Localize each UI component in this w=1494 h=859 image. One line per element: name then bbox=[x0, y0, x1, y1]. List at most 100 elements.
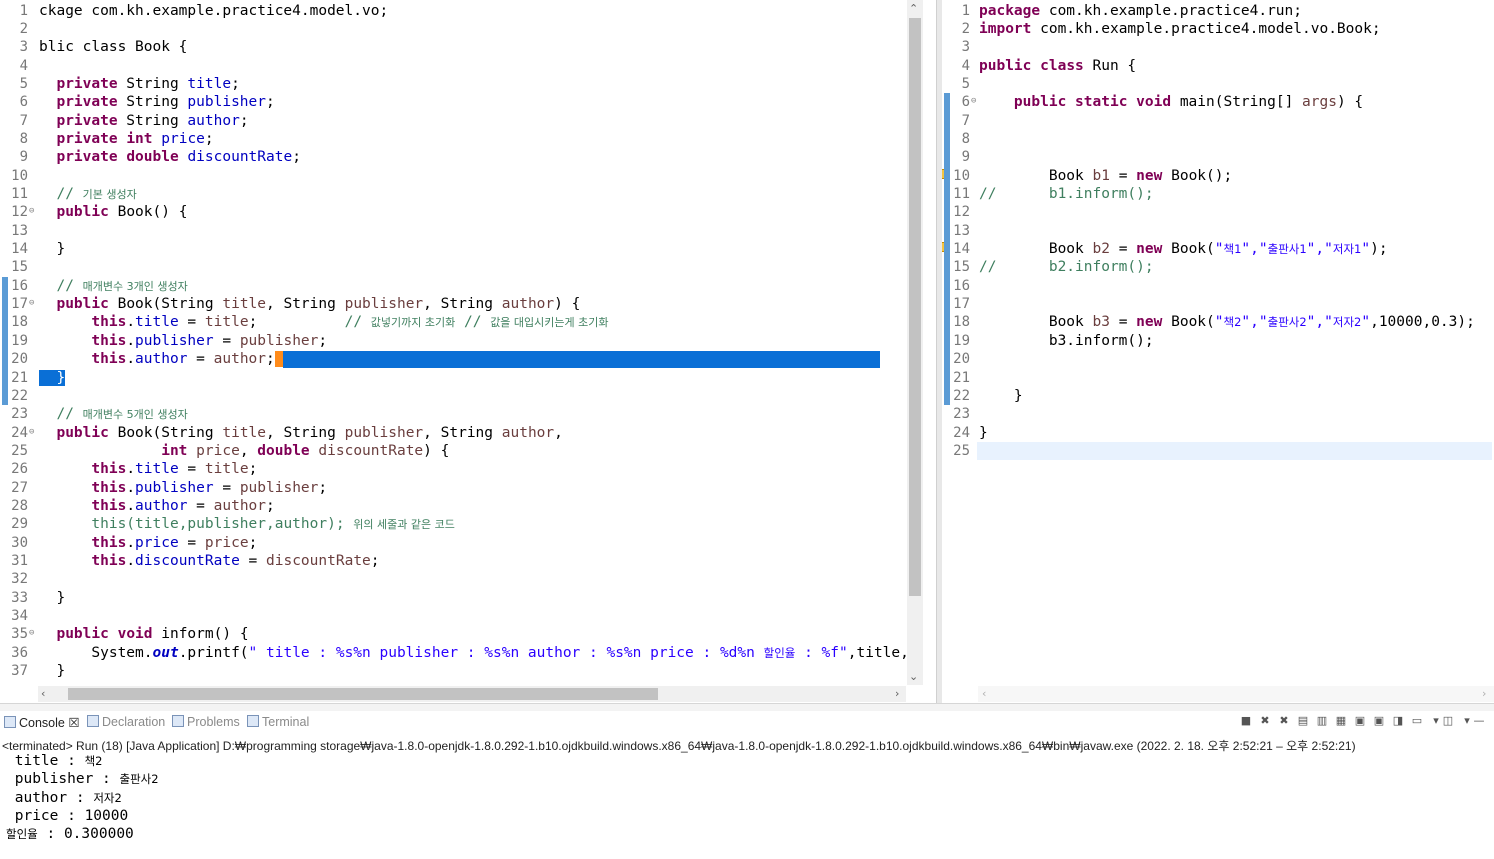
code-line[interactable]: 5 bbox=[942, 75, 1494, 93]
code-line[interactable]: 33 } bbox=[0, 589, 908, 607]
run-java-editor[interactable]: 1 package com.kh.example.practice4.run; 2 i… bbox=[942, 0, 1494, 703]
code-line[interactable]: 4 public class Run { bbox=[942, 57, 1494, 75]
code-line[interactable]: 17 ⊖ public Book(String title, String pub… bbox=[0, 295, 908, 313]
stop-icon[interactable]: ■ bbox=[1240, 715, 1252, 727]
code-line[interactable]: 9 bbox=[942, 148, 1494, 166]
vertical-scrollbar-thumb[interactable] bbox=[909, 18, 921, 596]
code-line[interactable]: 6 private String publisher; bbox=[0, 93, 908, 111]
code-line[interactable]: 22 bbox=[0, 387, 908, 405]
code-line[interactable]: 7 bbox=[942, 112, 1494, 130]
code-line[interactable]: 37 } bbox=[0, 662, 908, 680]
code-line[interactable]: 8 bbox=[942, 130, 1494, 148]
code-line[interactable]: 24} bbox=[942, 424, 1494, 442]
book-java-editor[interactable]: 1 ckage com.kh.example.practice4.model.vo… bbox=[0, 0, 936, 703]
code-line[interactable]: 8 private int price; bbox=[0, 130, 908, 148]
tab-terminal[interactable]: Terminal bbox=[247, 715, 309, 729]
scroll-right-icon[interactable]: › bbox=[1482, 687, 1486, 700]
code-line[interactable]: 35 ⊖ public void inform() { bbox=[0, 625, 908, 643]
code-line[interactable]: 21 } bbox=[0, 369, 908, 387]
code-line[interactable]: 21 bbox=[942, 369, 1494, 387]
code-text: public void inform() { bbox=[39, 625, 248, 643]
code-line[interactable]: 11// b1.inform(); bbox=[942, 185, 1494, 203]
code-line[interactable]: 10 Book b1 = new Book(); bbox=[942, 167, 1494, 185]
dropdown-icon[interactable]: ▾ bbox=[1430, 715, 1442, 727]
scroll-right-icon[interactable]: › bbox=[895, 687, 899, 700]
code-line[interactable]: 10 bbox=[0, 167, 908, 185]
code-line[interactable]: 20 this.author = author; bbox=[0, 350, 908, 368]
minimize-icon[interactable]: — bbox=[1473, 715, 1485, 727]
fold-toggle-icon[interactable]: ⊖ bbox=[29, 624, 34, 642]
scroll-down-icon[interactable]: ⌄ bbox=[909, 670, 918, 683]
code-line[interactable]: 36 System.out.printf(" title : %s%n publ… bbox=[0, 644, 909, 662]
show-on-stderr-icon[interactable]: ▣ bbox=[1373, 715, 1385, 727]
code-line[interactable]: 1 ckage com.kh.example.practice4.model.vo… bbox=[0, 2, 908, 20]
tab-problems[interactable]: Problems bbox=[172, 715, 240, 729]
code-line[interactable]: 5 private String title; bbox=[0, 75, 908, 93]
code-line[interactable]: 11 // 기본 생성자 bbox=[0, 185, 908, 203]
code-line[interactable]: 7 private String author; bbox=[0, 112, 908, 130]
code-line[interactable]: 28 this.author = author; bbox=[0, 497, 908, 515]
show-on-stdout-icon[interactable]: ▣ bbox=[1354, 715, 1366, 727]
code-line[interactable]: 3 blic class Book { bbox=[0, 38, 908, 56]
code-line[interactable]: 15// b2.inform(); bbox=[942, 258, 1494, 276]
code-line[interactable]: 23 // 매개변수 5개인 생성자 bbox=[0, 405, 908, 423]
code-line[interactable]: 31 this.discountRate = discountRate; bbox=[0, 552, 908, 570]
open-console-icon[interactable]: ◫ bbox=[1442, 715, 1454, 727]
code-line[interactable]: 14 } bbox=[0, 240, 908, 258]
code-line[interactable]: 2 import com.kh.example.practice4.model.v… bbox=[942, 20, 1494, 38]
fold-toggle-icon[interactable]: ⊖ bbox=[29, 294, 34, 312]
fold-toggle-icon[interactable]: ⊖ bbox=[29, 202, 34, 220]
fold-toggle-icon[interactable]: ⊖ bbox=[971, 92, 976, 110]
fold-toggle-icon[interactable]: ⊖ bbox=[29, 423, 34, 441]
code-line[interactable]: 12 ⊖ public Book() { bbox=[0, 203, 908, 221]
code-line[interactable]: 18 Book b3 = new Book("책2","출판사2","저자2",… bbox=[942, 313, 1494, 331]
scroll-left-icon[interactable]: ‹ bbox=[982, 687, 986, 700]
horizontal-scrollbar[interactable] bbox=[978, 686, 1494, 702]
code-line[interactable]: 9 private double discountRate; bbox=[0, 148, 908, 166]
code-line[interactable]: 19 b3.inform(); bbox=[942, 332, 1494, 350]
scroll-left-icon[interactable]: ‹ bbox=[41, 687, 45, 700]
remove-launch-icon[interactable]: ✖ bbox=[1259, 715, 1271, 727]
code-line[interactable]: 3 bbox=[942, 38, 1494, 56]
code-line[interactable]: 25 int price, double discountRate) { bbox=[0, 442, 908, 460]
code-line[interactable]: 18 this.title = title; // 값넣기까지 초기화 // 값… bbox=[0, 313, 908, 331]
code-line[interactable]: 19 this.publisher = publisher; bbox=[0, 332, 908, 350]
code-line[interactable]: 15 bbox=[0, 258, 908, 276]
code-line[interactable]: 23 bbox=[942, 405, 1494, 423]
code-line[interactable]: 16 // 매개변수 3개인 생성자 bbox=[0, 277, 908, 295]
scroll-lock-icon[interactable]: ▥ bbox=[1316, 715, 1328, 727]
code-line[interactable]: 13 bbox=[0, 222, 908, 240]
code-line[interactable]: 16 bbox=[942, 277, 1494, 295]
scroll-up-icon[interactable]: ⌃ bbox=[909, 2, 918, 15]
word-wrap-icon[interactable]: ▦ bbox=[1335, 715, 1347, 727]
code-line[interactable]: 24 ⊖ public Book(String title, String pub… bbox=[0, 424, 908, 442]
code-token: // bbox=[56, 186, 83, 202]
code-line[interactable]: 30 this.price = price; bbox=[0, 534, 908, 552]
code-line[interactable]: 32 bbox=[0, 570, 908, 588]
dropdown-icon[interactable]: ▾ bbox=[1461, 715, 1473, 727]
code-line[interactable]: 25 bbox=[942, 441, 1494, 461]
code-line[interactable]: 14 Book b2 = new Book("책1","출판사1","저자1")… bbox=[942, 240, 1494, 258]
code-line[interactable]: 1 package com.kh.example.practice4.run; bbox=[942, 2, 1494, 20]
code-line[interactable]: 2 bbox=[0, 20, 908, 38]
line-number: 25 bbox=[953, 442, 970, 459]
code-line[interactable]: 13 bbox=[942, 222, 1494, 240]
display-console-icon[interactable]: ▭ bbox=[1411, 715, 1423, 727]
remove-all-icon[interactable]: ✖ bbox=[1278, 715, 1290, 727]
code-line[interactable]: 27 this.publisher = publisher; bbox=[0, 479, 908, 497]
tab-declaration[interactable]: Declaration bbox=[87, 715, 165, 729]
code-line[interactable]: 26 this.title = title; bbox=[0, 460, 908, 478]
code-token: "," bbox=[1306, 241, 1333, 258]
code-line[interactable]: 22 } bbox=[942, 387, 1494, 405]
code-line[interactable]: 6 ⊖ public static void main(String[] args… bbox=[942, 93, 1494, 111]
horizontal-scrollbar-thumb[interactable] bbox=[68, 688, 658, 700]
code-line[interactable]: 20 bbox=[942, 350, 1494, 368]
code-line[interactable]: 34 bbox=[0, 607, 908, 625]
clear-console-icon[interactable]: ▤ bbox=[1297, 715, 1309, 727]
code-line[interactable]: 12 bbox=[942, 203, 1494, 221]
code-line[interactable]: 4 bbox=[0, 57, 908, 75]
tab-console[interactable]: Console ☒ bbox=[4, 715, 80, 730]
pin-console-icon[interactable]: ◨ bbox=[1392, 715, 1404, 727]
code-line[interactable]: 29 this(title,publisher,author); 위의 세줄과 … bbox=[0, 515, 908, 533]
code-line[interactable]: 17 bbox=[942, 295, 1494, 313]
